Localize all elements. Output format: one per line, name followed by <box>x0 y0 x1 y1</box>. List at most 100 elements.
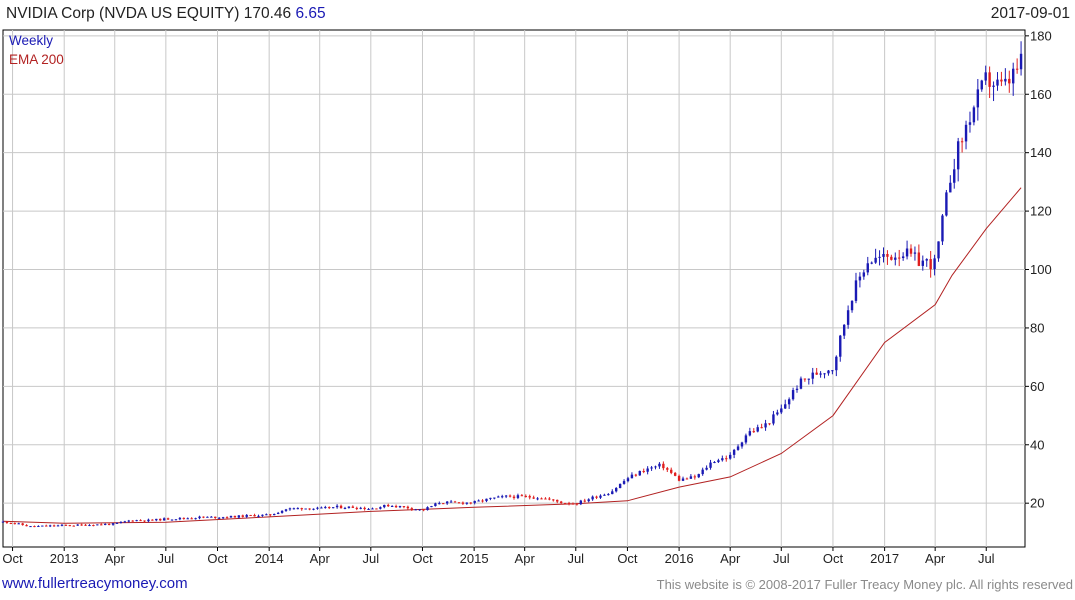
candle-body <box>162 518 166 521</box>
candle-body <box>540 498 543 500</box>
candle-body <box>414 509 417 511</box>
candle-body <box>390 505 394 507</box>
candle-body <box>579 500 583 505</box>
candle-body <box>1019 53 1023 70</box>
candle-body <box>367 508 370 510</box>
candle-body <box>666 468 669 470</box>
candle-body <box>839 335 842 357</box>
candle-body <box>815 372 818 375</box>
candle-body <box>359 507 362 509</box>
candle-body <box>799 378 803 389</box>
candle-body <box>457 502 461 504</box>
candle-body <box>681 478 685 481</box>
x-tick-label: 2013 <box>50 551 79 566</box>
candle-body <box>846 310 850 325</box>
candle-body <box>504 495 508 497</box>
x-tick-label: Oct <box>412 551 433 566</box>
candle-body <box>878 256 881 258</box>
candle-body <box>292 508 296 510</box>
candle-body <box>858 276 862 281</box>
candle-body <box>155 518 158 521</box>
candle-body <box>740 442 744 447</box>
candle-body <box>831 370 834 372</box>
legend-weekly: Weekly <box>9 33 53 48</box>
x-axis: Oct 2013 Apr Jul Oct 2014 Apr Jul Oct 2015 Apr Jul O… <box>2 547 995 566</box>
candle-body <box>221 517 225 519</box>
candle-body <box>241 515 244 517</box>
candle-body <box>119 521 123 523</box>
candle-body <box>842 324 846 336</box>
candle-body <box>139 520 142 522</box>
candle-body <box>654 466 657 468</box>
candle-body <box>308 508 311 510</box>
x-tick-label: Oct <box>823 551 844 566</box>
candle-body <box>328 507 331 509</box>
candle-body <box>835 356 838 371</box>
x-tick-label: Jul <box>773 551 790 566</box>
candle-body <box>17 523 20 525</box>
candle-body <box>1012 68 1015 84</box>
candle-body <box>622 481 626 484</box>
candle-body <box>383 504 386 508</box>
candle-body <box>953 169 956 183</box>
candle-body <box>398 506 402 508</box>
candle-body <box>261 514 264 516</box>
candle-body <box>819 373 822 375</box>
candle-body <box>752 431 755 433</box>
candle-body <box>237 515 241 518</box>
candle-body <box>689 476 693 479</box>
candle-body <box>599 495 602 498</box>
candle-body <box>575 503 579 505</box>
candle-body <box>1 521 5 523</box>
candle-body <box>453 501 457 503</box>
candle-body <box>748 431 752 436</box>
candle-body <box>559 501 563 503</box>
candle-body <box>949 182 952 193</box>
candle-body <box>438 503 441 505</box>
candle-body <box>37 526 40 528</box>
candle-body <box>870 262 873 264</box>
candle-body <box>854 280 858 301</box>
candle-body <box>76 524 79 526</box>
candle-body <box>406 506 410 509</box>
candle-body <box>583 500 586 502</box>
candle-body <box>445 501 449 504</box>
candle-body <box>143 520 146 522</box>
candle-body <box>379 507 382 509</box>
x-tick-label: Oct <box>2 551 23 566</box>
x-tick-label: 2016 <box>665 551 694 566</box>
candle-body <box>603 494 606 496</box>
candle-body <box>901 256 905 259</box>
candle-body <box>257 515 260 517</box>
x-tick-label: Oct <box>617 551 638 566</box>
candle-body <box>886 254 889 257</box>
candle-body <box>709 462 712 468</box>
candle-body <box>528 496 531 498</box>
candle-body <box>100 524 103 526</box>
candle-body <box>905 248 909 257</box>
candle-body <box>992 85 995 87</box>
candle-body <box>988 72 991 87</box>
x-tick-label: Apr <box>515 551 536 566</box>
candle-body <box>273 513 276 516</box>
candle-body <box>123 521 127 523</box>
candle-body <box>980 80 983 90</box>
legend-ema: EMA 200 <box>9 52 64 67</box>
candle-body <box>803 378 807 380</box>
candle-body <box>787 399 791 405</box>
candle-body <box>13 523 16 525</box>
candle-body <box>567 503 571 505</box>
candle-body <box>1004 78 1007 82</box>
site-link[interactable]: www.fullertreacymoney.com <box>2 575 188 592</box>
candle-body <box>449 501 453 503</box>
candle-body <box>202 516 205 518</box>
candle-body <box>705 467 708 470</box>
y-tick-label: 140 <box>1030 145 1052 160</box>
candle-body <box>147 519 150 522</box>
candle-body <box>387 504 390 507</box>
candle-body <box>394 505 398 508</box>
candle-body <box>945 192 948 216</box>
candle-body <box>1000 79 1003 82</box>
candle-body <box>84 524 87 526</box>
candle-body <box>532 497 535 499</box>
